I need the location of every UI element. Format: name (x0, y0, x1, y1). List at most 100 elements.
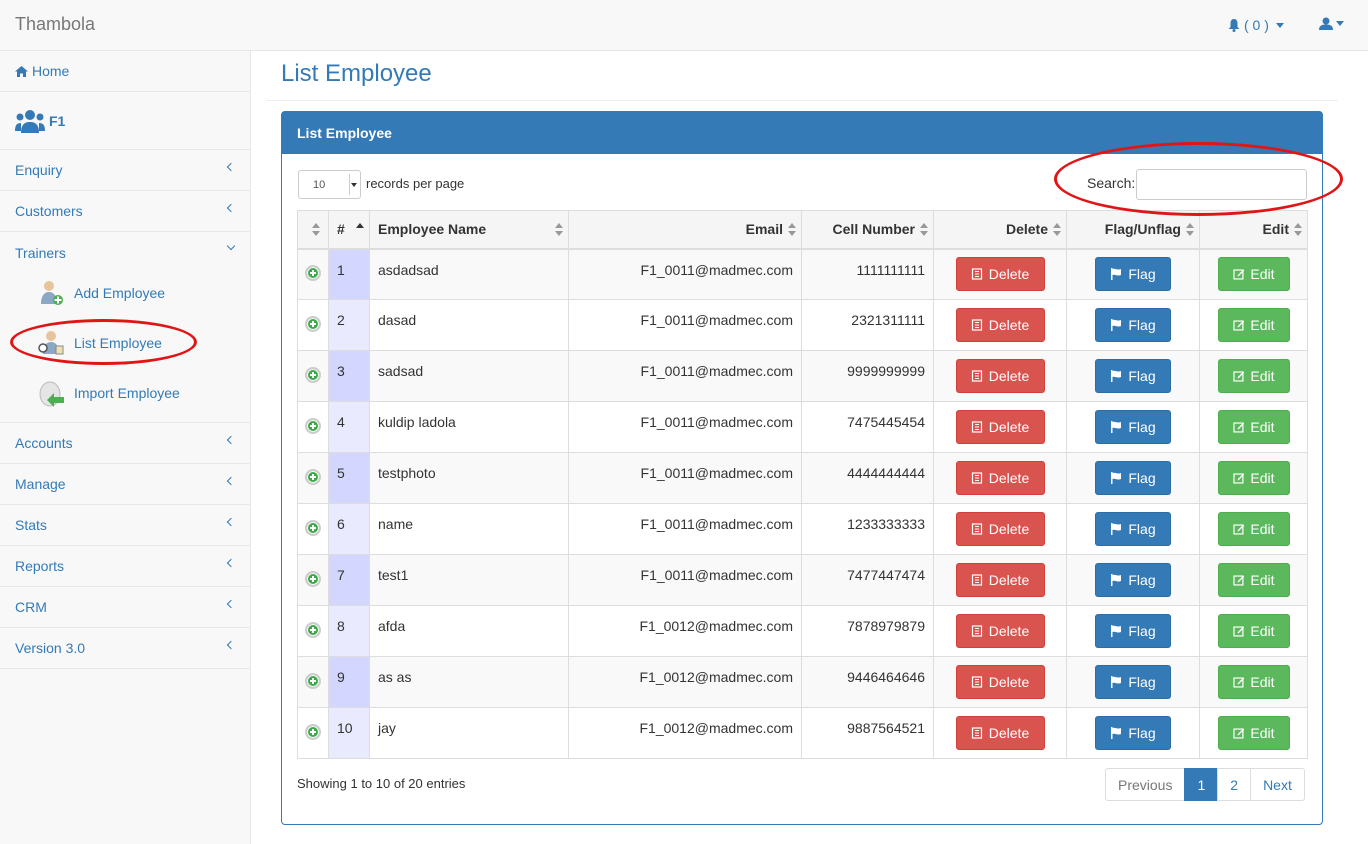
edit-button[interactable]: Edit (1217, 614, 1290, 648)
user-icon (1319, 17, 1333, 30)
flag-button[interactable]: Flag (1095, 563, 1171, 597)
pagination-next[interactable]: Next (1250, 768, 1305, 801)
sort-icon (920, 223, 928, 237)
edit-button[interactable]: Edit (1217, 308, 1290, 342)
pagination-page-2[interactable]: 2 (1217, 768, 1252, 801)
flag-button[interactable]: Flag (1095, 665, 1171, 699)
employee-panel: List Employee 10 records per page Search… (281, 111, 1323, 825)
cell-email: F1_0011@madmec.com (568, 299, 802, 351)
expand-plus-icon[interactable] (305, 417, 321, 434)
table-row: 10 jay F1_0012@madmec.com 9887564521 Delete F… (297, 707, 1308, 759)
edit-button[interactable]: Edit (1217, 512, 1290, 546)
row-expand-cell[interactable] (297, 401, 329, 453)
sidebar-item-accounts[interactable]: Accounts (0, 423, 250, 464)
column-header-number[interactable]: # (328, 210, 370, 250)
cell-number: 4 (328, 401, 370, 453)
column-header-email[interactable]: Email (568, 210, 802, 250)
delete-button-label: Delete (988, 266, 1030, 283)
delete-button[interactable]: Delete (955, 461, 1045, 495)
column-header-employee-name[interactable]: Employee Name (369, 210, 569, 250)
row-expand-cell[interactable] (297, 707, 329, 759)
cell-email: F1_0011@madmec.com (568, 554, 802, 606)
row-expand-cell[interactable] (297, 656, 329, 708)
delete-button[interactable]: Delete (955, 257, 1045, 292)
flag-button[interactable]: Flag (1095, 257, 1171, 292)
flag-button[interactable]: Flag (1095, 359, 1171, 393)
edit-button[interactable]: Edit (1217, 359, 1290, 393)
cell-delete: Delete (933, 554, 1067, 606)
edit-button[interactable]: Edit (1217, 461, 1290, 495)
cell-flag: Flag (1066, 248, 1200, 300)
row-expand-cell[interactable] (297, 503, 329, 555)
sidebar-item-home[interactable]: Home (0, 51, 250, 92)
expand-plus-icon[interactable] (305, 570, 321, 587)
expand-plus-icon[interactable] (305, 468, 321, 485)
expand-plus-icon[interactable] (305, 519, 321, 536)
table-row: 7 test1 F1_0011@madmec.com 7477447474 Delete… (297, 554, 1308, 606)
expand-plus-icon[interactable] (305, 621, 321, 638)
expand-plus-icon[interactable] (305, 264, 321, 281)
delete-button[interactable]: Delete (955, 512, 1045, 546)
sidebar-item-enquiry[interactable]: Enquiry (0, 150, 250, 191)
sidebar-item-reports[interactable]: Reports (0, 546, 250, 587)
row-expand-cell[interactable] (297, 452, 329, 504)
cell-delete: Delete (933, 707, 1067, 759)
cell-email: F1_0012@madmec.com (568, 605, 802, 657)
delete-button[interactable]: Delete (955, 614, 1045, 648)
delete-button[interactable]: Delete (955, 308, 1045, 342)
edit-button[interactable]: Edit (1217, 665, 1290, 699)
delete-button[interactable]: Delete (955, 410, 1045, 444)
row-expand-cell[interactable] (297, 299, 329, 351)
edit-button-label: Edit (1250, 623, 1275, 639)
user-menu-dropdown[interactable] (1319, 17, 1344, 30)
sidebar-item-manage[interactable]: Manage (0, 464, 250, 505)
flag-button[interactable]: Flag (1095, 308, 1171, 342)
edit-button[interactable]: Edit (1217, 257, 1290, 292)
flag-button[interactable]: Flag (1095, 512, 1171, 546)
flag-button[interactable]: Flag (1095, 410, 1171, 444)
sidebar-item-stats[interactable]: Stats (0, 505, 250, 546)
cell-email: F1_0011@madmec.com (568, 401, 802, 453)
column-header-cell-number[interactable]: Cell Number (801, 210, 934, 250)
edit-button[interactable]: Edit (1217, 716, 1290, 750)
column-header-flag[interactable]: Flag/Unflag (1066, 210, 1200, 250)
cell-flag: Flag (1066, 605, 1200, 657)
pagination-previous[interactable]: Previous (1105, 768, 1186, 801)
sidebar-subitem-import-employee[interactable]: Import Employee (36, 377, 180, 409)
expand-plus-icon[interactable] (305, 672, 321, 689)
flag-button[interactable]: Flag (1095, 614, 1171, 648)
edit-button[interactable]: Edit (1217, 410, 1290, 444)
sidebar-item-customers[interactable]: Customers (0, 191, 250, 232)
expand-plus-icon[interactable] (305, 723, 321, 740)
flag-button[interactable]: Flag (1095, 716, 1171, 750)
cell-edit: Edit (1199, 350, 1308, 402)
row-expand-cell[interactable] (297, 350, 329, 402)
records-per-page-select[interactable]: 10 (298, 170, 361, 199)
column-header-delete[interactable]: Delete (933, 210, 1067, 250)
delete-button[interactable]: Delete (955, 563, 1045, 597)
expand-plus-icon[interactable] (305, 315, 321, 332)
records-per-page-label: records per page (366, 176, 465, 191)
flag-button[interactable]: Flag (1095, 461, 1171, 495)
sidebar-item-trainers[interactable]: Trainers (0, 232, 250, 273)
column-header-edit[interactable]: Edit (1199, 210, 1308, 250)
row-expand-cell[interactable] (297, 554, 329, 606)
cell-edit: Edit (1199, 656, 1308, 708)
delete-button[interactable]: Delete (955, 359, 1045, 393)
pagination-page-1[interactable]: 1 (1184, 768, 1219, 801)
brand-title[interactable]: Thambola (15, 14, 95, 35)
sidebar-item-version[interactable]: Version 3.0 (0, 628, 250, 669)
row-expand-cell[interactable] (297, 248, 329, 300)
notifications-dropdown[interactable]: ( 0 ) (1228, 17, 1284, 33)
expand-plus-icon[interactable] (305, 366, 321, 383)
sidebar-item-crm[interactable]: CRM (0, 587, 250, 628)
delete-button[interactable]: Delete (955, 716, 1045, 750)
column-header-control[interactable] (297, 210, 329, 250)
chevron-left-icon (226, 476, 236, 486)
sort-asc-icon (356, 223, 364, 237)
edit-button[interactable]: Edit (1217, 563, 1290, 597)
delete-button[interactable]: Delete (955, 665, 1045, 699)
row-expand-cell[interactable] (297, 605, 329, 657)
trash-icon (971, 421, 982, 433)
sidebar-subitem-add-employee[interactable]: Add Employee (36, 277, 165, 309)
